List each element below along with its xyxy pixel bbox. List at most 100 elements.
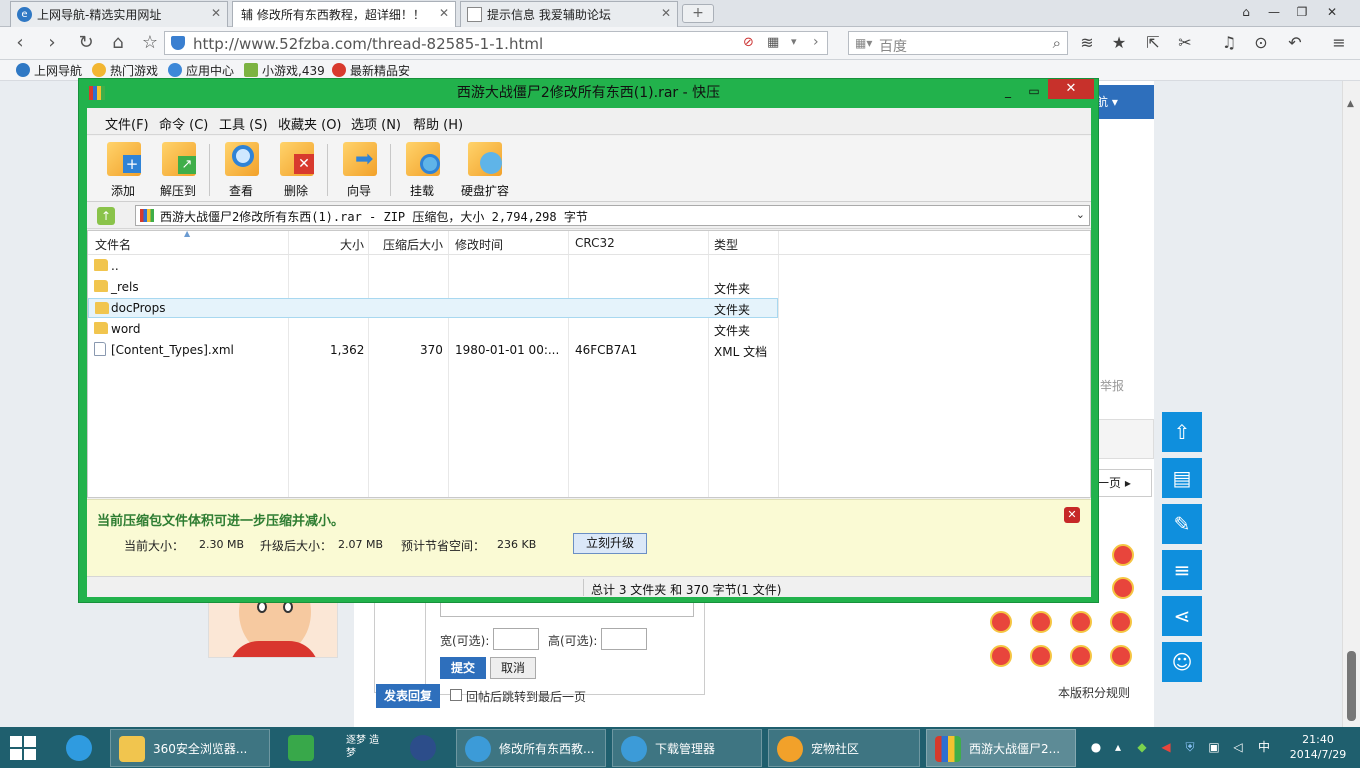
col-modified[interactable]: 修改时间 — [455, 236, 503, 253]
sound-icon[interactable]: ♫ — [1218, 32, 1240, 54]
close-button[interactable]: ✕ — [1318, 2, 1346, 22]
smiley-icon[interactable] — [1070, 645, 1092, 667]
maximize-button[interactable]: ▭ — [1021, 82, 1047, 100]
list-item[interactable]: _rels 文件夹 — [88, 277, 778, 297]
smiley-icon[interactable] — [990, 645, 1012, 667]
rules-link[interactable]: 本版积分规则 — [1058, 684, 1130, 701]
bookmark-item[interactable]: 最新精品安 — [332, 62, 410, 79]
ie-taskbar-icon[interactable] — [58, 729, 106, 767]
col-crc32[interactable]: CRC32 — [575, 236, 615, 250]
cancel-button[interactable]: 取消 — [490, 657, 536, 679]
up-folder-icon[interactable]: ↑ — [97, 207, 115, 225]
speaker-icon[interactable]: ◁ — [1230, 739, 1246, 755]
next-page-button[interactable]: 一页 ▸ — [1090, 469, 1152, 497]
smiley-icon[interactable] — [990, 611, 1012, 633]
search-input[interactable]: ▦▾ 百度 ⌕ — [848, 31, 1068, 55]
close-icon[interactable]: ✕ — [439, 6, 449, 20]
page-scrollbar[interactable]: ▲ — [1342, 81, 1360, 727]
extract-button[interactable]: ↗ 解压到 — [153, 140, 203, 198]
edit-icon[interactable]: ✎ — [1162, 504, 1202, 544]
taskbar-item-pet-community[interactable]: 宠物社区 — [768, 729, 920, 767]
tab-tutorial[interactable]: 辅 修改所有东西教程，超详细！！ ✕ — [232, 1, 456, 27]
mount-button[interactable]: 挂载 — [397, 140, 447, 198]
bookmark-item[interactable]: 应用中心 — [168, 62, 234, 79]
go-icon[interactable]: › — [813, 34, 819, 50]
favorite-icon[interactable]: ★ — [1108, 32, 1130, 54]
clock[interactable]: 21:40 2014/7/29 — [1284, 732, 1352, 762]
close-icon[interactable]: ✕ — [211, 6, 221, 20]
wifi-icon[interactable]: ≋ — [1076, 32, 1098, 54]
list-item[interactable]: [Content_Types].xml 1,362 370 1980-01-01… — [88, 340, 778, 360]
menu-options[interactable]: 选项 (N) — [351, 114, 401, 133]
submit-button[interactable]: 提交 — [440, 657, 486, 679]
col-name[interactable]: 文件名 — [95, 236, 131, 253]
game-taskbar-icon[interactable]: 逐梦 造梦 — [334, 729, 394, 767]
menu-icon[interactable]: ≡ — [1328, 32, 1350, 54]
menu-file[interactable]: 文件(F) — [105, 114, 149, 133]
minimize-button[interactable]: — — [1260, 2, 1288, 22]
refresh-icon[interactable]: ↻ — [74, 32, 98, 54]
height-input[interactable] — [601, 628, 647, 650]
bookmark-item[interactable]: 热门游戏 — [92, 62, 158, 79]
restore-button[interactable]: ❐ — [1288, 2, 1316, 22]
smiley-icon[interactable] — [1070, 611, 1092, 633]
home-icon[interactable]: ⌂ — [106, 32, 130, 54]
smiley-icon[interactable] — [1030, 611, 1052, 633]
smiley-icon[interactable] — [1030, 645, 1052, 667]
address-bar[interactable]: http://www.52fzba.com/thread-82585-1-1.h… — [164, 31, 828, 55]
forward-icon[interactable]: › — [40, 32, 64, 54]
security-shield-icon[interactable]: ⛨ — [1182, 739, 1198, 755]
close-icon[interactable]: ✕ — [661, 6, 671, 20]
bookmark-item[interactable]: 上网导航 — [16, 62, 82, 79]
menu-favorites[interactable]: 收藏夹 (O) — [278, 114, 342, 133]
qq-icon[interactable]: ● — [1088, 739, 1104, 755]
add-button[interactable]: + 添加 — [98, 140, 148, 198]
doc-icon[interactable]: ▤ — [1162, 458, 1202, 498]
network-icon[interactable]: ▣ — [1206, 739, 1222, 755]
download-icon[interactable]: ⊙ — [1250, 32, 1272, 54]
ime-indicator[interactable]: 中 — [1256, 739, 1272, 755]
report-link[interactable]: 举报 — [1100, 377, 1124, 394]
new-tab-button[interactable]: + — [682, 4, 714, 23]
list-item[interactable]: word 文件夹 — [88, 319, 778, 339]
top-icon[interactable]: ⇧ — [1162, 412, 1202, 452]
chevron-down-icon[interactable]: ⌄ — [1076, 208, 1085, 221]
share-icon[interactable]: ⋖ — [1162, 596, 1202, 636]
user-icon[interactable]: ☺ — [1162, 642, 1202, 682]
upgrade-now-button[interactable]: 立刻升级 — [573, 533, 647, 554]
list-icon[interactable]: ≡ — [1162, 550, 1202, 590]
back-icon[interactable]: ‹ — [8, 32, 32, 54]
delete-button[interactable]: ✕ 删除 — [271, 140, 321, 198]
start-button[interactable] — [10, 736, 36, 760]
tab-navigation[interactable]: e 上网导航-精选实用网址 ✕ — [10, 1, 228, 27]
close-button[interactable]: ✕ — [1048, 79, 1094, 99]
col-packed-size[interactable]: 压缩后大小 — [383, 236, 443, 253]
taskbar-item-downloads[interactable]: 下载管理器 — [612, 729, 762, 767]
tray-expand-icon[interactable]: ▴ — [1110, 739, 1126, 755]
skin-icon[interactable]: ⌂ — [1232, 2, 1260, 22]
jump-to-last-page-checkbox[interactable]: 回帖后跳转到最后一页 — [450, 688, 586, 705]
smiley-icon[interactable] — [1110, 611, 1132, 633]
share-icon[interactable]: ⇱ — [1142, 32, 1164, 54]
minimize-button[interactable]: _ — [995, 82, 1021, 100]
scrollbar-thumb[interactable] — [1347, 651, 1356, 721]
menu-tools[interactable]: 工具 (S) — [219, 114, 268, 133]
menu-help[interactable]: 帮助 (H) — [413, 114, 463, 133]
menu-command[interactable]: 命令 (C) — [159, 114, 208, 133]
archive-path-dropdown[interactable]: 西游大战僵尸2修改所有东西(1).rar - ZIP 压缩包，大小 2,794,… — [135, 205, 1090, 226]
store-taskbar-icon[interactable] — [280, 729, 324, 767]
search-engine-icon[interactable]: ▦▾ — [855, 36, 872, 50]
smiley-icon[interactable] — [1110, 645, 1132, 667]
wizard-button[interactable]: ➡ 向导 — [334, 140, 384, 198]
view-button[interactable]: 查看 — [216, 140, 266, 198]
post-reply-button[interactable]: 发表回复 — [376, 684, 440, 708]
star-icon[interactable]: ☆ — [138, 32, 162, 54]
col-type[interactable]: 类型 — [714, 236, 738, 253]
block-icon[interactable]: ⊘ — [743, 35, 754, 50]
search-icon[interactable]: ⌕ — [1053, 34, 1061, 52]
qrcode-icon[interactable]: ▦ — [767, 35, 779, 50]
bookmark-item[interactable]: 小游戏,439 — [244, 62, 325, 79]
close-icon[interactable]: ✕ — [1064, 507, 1080, 523]
smiley-icon[interactable] — [1112, 577, 1134, 599]
tab-notice[interactable]: 提示信息 我爱辅助论坛 ✕ — [460, 1, 678, 27]
